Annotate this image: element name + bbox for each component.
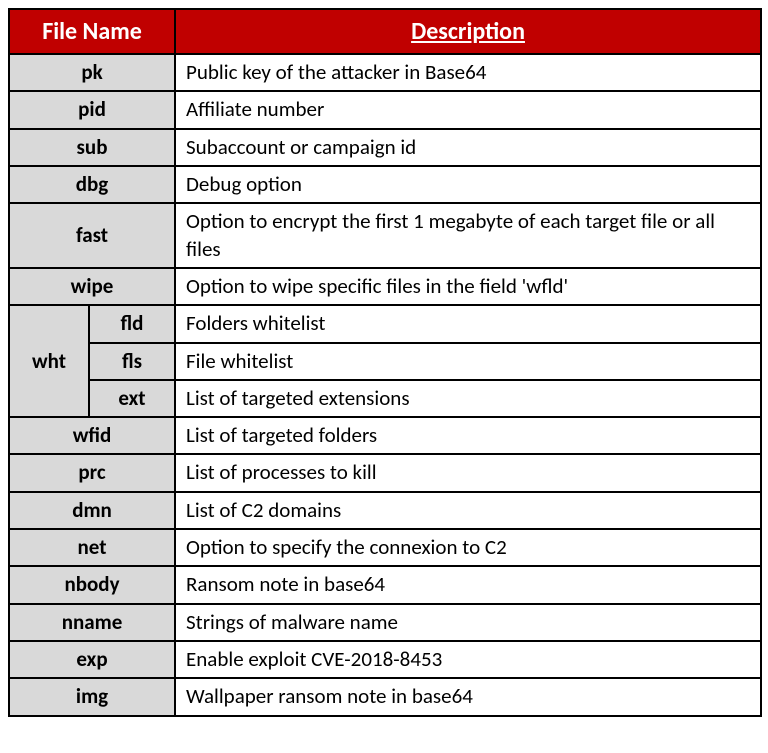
table-row: pid Affiliate number (9, 91, 761, 128)
field-name: wipe (9, 268, 175, 305)
field-desc: Strings of malware name (175, 604, 761, 641)
field-desc: Enable exploit CVE-2018-8453 (175, 641, 761, 678)
table-row: wht fld Folders whitelist (9, 305, 761, 342)
field-name: nname (9, 604, 175, 641)
table-row: wfid List of targeted folders (9, 417, 761, 454)
table-row: nname Strings of malware name (9, 604, 761, 641)
field-desc: Option to specify the connexion to C2 (175, 529, 761, 566)
table-row: wipe Option to wipe specific files in th… (9, 268, 761, 305)
table-row: img Wallpaper ransom note in base64 (9, 678, 761, 715)
field-desc: List of C2 domains (175, 492, 761, 529)
field-desc: File whitelist (175, 343, 761, 380)
table-row: sub Subaccount or campaign id (9, 129, 761, 166)
field-name: img (9, 678, 175, 715)
field-name: dbg (9, 166, 175, 203)
field-name: fast (9, 203, 175, 268)
field-name: pid (9, 91, 175, 128)
field-name: net (9, 529, 175, 566)
header-row: File Name Description (9, 9, 761, 54)
table-row: nbody Ransom note in base64 (9, 566, 761, 603)
table-row: ext List of targeted extensions (9, 380, 761, 417)
field-desc: Subaccount or campaign id (175, 129, 761, 166)
table-row: dbg Debug option (9, 166, 761, 203)
field-desc: List of processes to kill (175, 454, 761, 491)
field-name: exp (9, 641, 175, 678)
field-desc: Affiliate number (175, 91, 761, 128)
field-name: ext (89, 380, 175, 417)
config-table: File Name Description pk Public key of t… (8, 8, 762, 717)
header-filename: File Name (9, 9, 175, 54)
table-row: exp Enable exploit CVE-2018-8453 (9, 641, 761, 678)
field-desc: Wallpaper ransom note in base64 (175, 678, 761, 715)
field-name: sub (9, 129, 175, 166)
field-name: prc (9, 454, 175, 491)
field-name: fls (89, 343, 175, 380)
field-name-group: wht (9, 305, 89, 417)
field-desc: Ransom note in base64 (175, 566, 761, 603)
table-row: prc List of processes to kill (9, 454, 761, 491)
field-desc: Option to encrypt the first 1 megabyte o… (175, 203, 761, 268)
field-name: nbody (9, 566, 175, 603)
table-row: dmn List of C2 domains (9, 492, 761, 529)
field-desc: Folders whitelist (175, 305, 761, 342)
field-name: pk (9, 54, 175, 91)
header-description: Description (175, 9, 761, 54)
field-desc: List of targeted folders (175, 417, 761, 454)
field-desc: List of targeted extensions (175, 380, 761, 417)
table-row: fast Option to encrypt the first 1 megab… (9, 203, 761, 268)
field-desc: Option to wipe specific files in the fie… (175, 268, 761, 305)
field-name: fld (89, 305, 175, 342)
field-desc: Public key of the attacker in Base64 (175, 54, 761, 91)
table-row: fls File whitelist (9, 343, 761, 380)
table-row: pk Public key of the attacker in Base64 (9, 54, 761, 91)
table-row: net Option to specify the connexion to C… (9, 529, 761, 566)
field-name: wfid (9, 417, 175, 454)
field-name: dmn (9, 492, 175, 529)
field-desc: Debug option (175, 166, 761, 203)
